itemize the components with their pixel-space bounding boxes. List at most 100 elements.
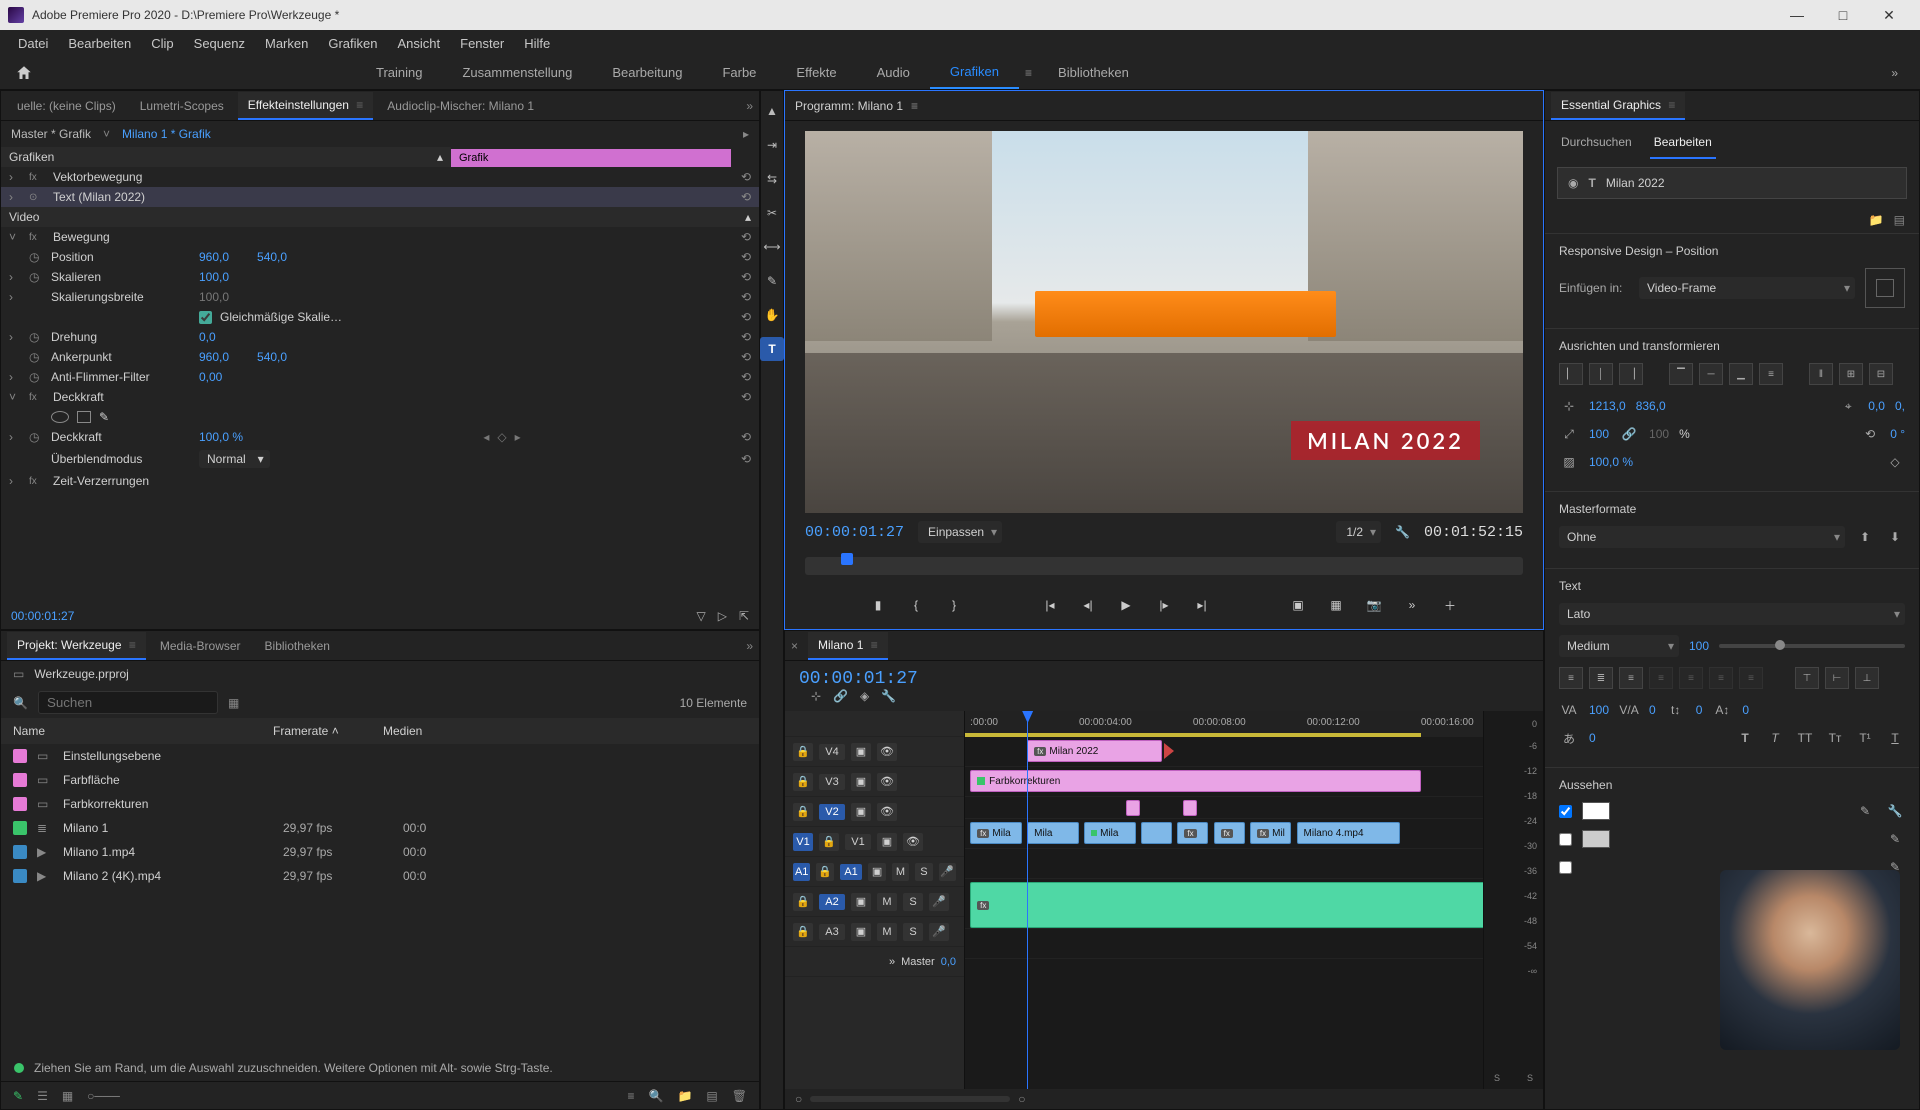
ec-row-antiflicker[interactable]: ›◷Anti-Flimmer-Filter 0,00 ⟲	[1, 367, 759, 387]
snap-icon[interactable]: ⊹	[811, 689, 821, 703]
align-top-button[interactable]: ▔	[1669, 363, 1693, 385]
ripple-tool[interactable]: ⇆	[760, 167, 784, 191]
upload-icon[interactable]: ⬆	[1855, 528, 1875, 546]
stopwatch-icon[interactable]: ◷	[29, 250, 43, 264]
tab-audio-mixer[interactable]: Audioclip-Mischer: Milano 1	[377, 93, 544, 119]
stopwatch-icon[interactable]: ◷	[29, 430, 43, 444]
ec-clip-label[interactable]: Milano 1 * Grafik	[122, 127, 211, 141]
program-current-tc[interactable]: 00:00:01:27	[805, 524, 904, 541]
eg-pin-select[interactable]: Video-Frame	[1639, 277, 1855, 299]
track-header-v1[interactable]: V1🔒V1▣👁	[785, 827, 964, 857]
project-search-input[interactable]	[38, 691, 218, 714]
tab-sequence[interactable]: Milano 1 ≡	[808, 632, 888, 660]
stopwatch-icon[interactable]: ◷	[29, 350, 43, 364]
mask-pen-icon[interactable]: ✎	[99, 410, 109, 424]
eg-anchor-y[interactable]: 0,	[1895, 399, 1905, 413]
text-align-left[interactable]: ≡	[1559, 667, 1583, 689]
text-valign-bot[interactable]: ⊥	[1855, 667, 1879, 689]
new-item-icon[interactable]: ▤	[706, 1089, 717, 1103]
wrench-icon[interactable]: 🔧	[1885, 802, 1905, 820]
step-forward-button[interactable]: |▸	[1154, 595, 1174, 615]
panel-overflow-icon[interactable]: »	[746, 99, 753, 113]
mask-rect-icon[interactable]	[77, 411, 91, 423]
faux-bold-icon[interactable]: T	[1735, 729, 1755, 747]
workspace-audio[interactable]: Audio	[857, 57, 930, 88]
project-item[interactable]: ▭Farbfläche	[1, 768, 759, 792]
ec-row-position[interactable]: ◷Position 960,0 540,0 ⟲	[1, 247, 759, 267]
menu-clip[interactable]: Clip	[141, 32, 183, 55]
keyframe-icon[interactable]: ◇	[1885, 453, 1905, 471]
program-zoom-select[interactable]: Einpassen	[918, 521, 1002, 543]
blend-mode-select[interactable]: Normal▾	[199, 450, 270, 468]
project-item[interactable]: ▭Farbkorrekturen	[1, 792, 759, 816]
eg-pos-x[interactable]: 1213,0	[1589, 399, 1626, 413]
text-align-right[interactable]: ≡	[1619, 667, 1643, 689]
freeform-view-icon[interactable]: ✎	[13, 1089, 23, 1103]
program-resolution-select[interactable]: 1/2	[1336, 521, 1381, 543]
align-bottom-button[interactable]: ▁	[1729, 363, 1753, 385]
tab-effect-controls[interactable]: Effekteinstellungen ≡	[238, 92, 374, 120]
eg-opacity[interactable]: 100,0 %	[1589, 455, 1633, 469]
reset-icon[interactable]: ⟲	[741, 250, 751, 264]
align-center-v-button[interactable]: ─	[1699, 363, 1723, 385]
menu-marken[interactable]: Marken	[255, 32, 318, 55]
menu-fenster[interactable]: Fenster	[450, 32, 514, 55]
clip-marker[interactable]	[1183, 800, 1197, 816]
ec-section-video[interactable]: Video▴	[1, 207, 759, 227]
ec-master-label[interactable]: Master * Grafik	[11, 127, 91, 141]
align-center-h-button[interactable]: │	[1589, 363, 1613, 385]
slip-tool[interactable]: ⟷	[760, 235, 784, 259]
project-column-header[interactable]: Name Framerate ˄ Medien	[1, 718, 759, 744]
workspace-farbe[interactable]: Farbe	[702, 57, 776, 88]
eg-stroke-toggle[interactable]	[1559, 833, 1572, 846]
project-item[interactable]: ▶Milano 2 (4K).mp429,97 fps00:0	[1, 864, 759, 888]
program-scrubber[interactable]	[805, 557, 1523, 575]
link-selection-icon[interactable]: 🔗	[833, 689, 848, 703]
eg-pos-y[interactable]: 836,0	[1636, 399, 1666, 413]
workspace-bibliotheken[interactable]: Bibliotheken	[1038, 57, 1149, 88]
track-header-a2[interactable]: 🔒A2▣MS🎤	[785, 887, 964, 917]
workspace-zusammenstellung[interactable]: Zusammenstellung	[442, 57, 592, 88]
ec-row-timeremap[interactable]: ›fxZeit-Verzerrungen	[1, 471, 759, 491]
zoom-out-icon[interactable]: ○	[795, 1092, 802, 1106]
clip-video[interactable]: fx	[1177, 822, 1208, 844]
distribute-2-button[interactable]: ⊞	[1839, 363, 1863, 385]
track-select-tool[interactable]: ⇥	[760, 133, 784, 157]
tab-media-browser[interactable]: Media-Browser	[150, 633, 251, 659]
stopwatch-icon[interactable]: ◷	[29, 370, 43, 384]
ec-row-text[interactable]: ›⊙Text (Milan 2022)⟲	[1, 187, 759, 207]
project-view-icon[interactable]: ▦	[228, 696, 239, 710]
selection-tool[interactable]: ▲	[760, 99, 784, 123]
workspace-menu-icon[interactable]: ≡	[1019, 66, 1038, 80]
program-viewport[interactable]: MILAN 2022	[805, 131, 1523, 513]
export-frame-icon[interactable]: ⇱	[739, 609, 749, 623]
new-bin-icon[interactable]: 📁	[677, 1089, 692, 1103]
play-button[interactable]: ▶	[1116, 595, 1136, 615]
timeline-canvas[interactable]: :00:00 00:00:04:00 00:00:08:00 00:00:12:…	[965, 711, 1483, 1089]
button-editor-add[interactable]: ＋	[1440, 595, 1460, 615]
filter-icon[interactable]: ▽	[696, 609, 705, 623]
workspace-overflow-icon[interactable]: »	[1881, 66, 1908, 80]
new-folder-icon[interactable]: 📁	[1869, 213, 1884, 227]
timeline-playhead[interactable]	[1027, 711, 1028, 1089]
underline-icon[interactable]: T	[1885, 729, 1905, 747]
clip-video[interactable]	[1141, 822, 1172, 844]
eg-size-slider[interactable]	[1719, 644, 1905, 648]
type-tool[interactable]: T	[760, 337, 784, 361]
eg-scale-w[interactable]: 100	[1589, 427, 1609, 441]
chevron-down-icon[interactable]: ˅	[103, 127, 110, 141]
track-header-a1[interactable]: A1🔒A1▣MS🎤	[785, 857, 964, 887]
thumbnail-slider[interactable]: ○───	[87, 1089, 120, 1103]
ec-row-blend[interactable]: Überblendmodus Normal▾ ⟲	[1, 447, 759, 471]
eyedropper-icon[interactable]: ✎	[1855, 802, 1875, 820]
tab-essential-graphics[interactable]: Essential Graphics ≡	[1551, 92, 1685, 120]
uniform-scale-checkbox[interactable]	[199, 311, 212, 324]
hand-tool[interactable]: ✋	[760, 303, 784, 327]
ec-section-grafiken[interactable]: Grafiken▴	[1, 147, 451, 167]
clip-video[interactable]: fxMila	[970, 822, 1022, 844]
expand-icon[interactable]: »	[889, 956, 895, 968]
menu-hilfe[interactable]: Hilfe	[514, 32, 560, 55]
tab-libraries[interactable]: Bibliotheken	[255, 633, 340, 659]
menu-sequenz[interactable]: Sequenz	[184, 32, 255, 55]
clip-video[interactable]: Mila	[1084, 822, 1136, 844]
